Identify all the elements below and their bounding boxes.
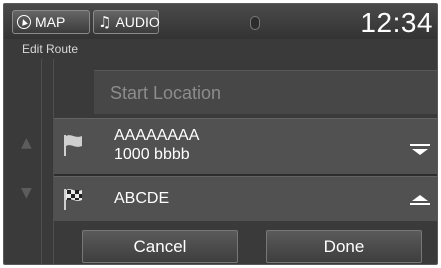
audio-button[interactable]: ♫ AUDIO <box>93 10 160 34</box>
waypoint-item[interactable]: AAAAAAAA 1000 bbbb <box>54 118 437 174</box>
scroll-down-icon[interactable]: ▼ <box>21 186 32 200</box>
destination-name: ABCDE <box>114 190 170 207</box>
audio-button-label: AUDIO <box>115 14 160 30</box>
scroll-up-icon[interactable]: ▲ <box>21 136 32 150</box>
map-button-label: MAP <box>35 14 66 30</box>
nav-screen: MAP ♫ AUDIO 12:34 Edit Route ▲ ▼ Start L… <box>3 3 438 265</box>
divider <box>41 59 42 264</box>
page-title: Edit Route <box>22 42 79 56</box>
start-location-item[interactable]: Start Location <box>94 70 437 114</box>
map-button[interactable]: MAP <box>12 10 90 34</box>
cancel-button[interactable]: Cancel <box>82 230 238 263</box>
compass-icon <box>17 15 31 29</box>
waypoint-address: 1000 bbbb <box>114 146 190 163</box>
destination-checkered-flag-icon <box>64 189 82 210</box>
clock: 12:34 <box>360 7 433 38</box>
waypoint-name: AAAAAAAA <box>114 127 200 144</box>
start-location-label: Start Location <box>110 83 222 103</box>
music-note-icon: ♫ <box>98 12 112 31</box>
destination-item[interactable]: ABCDE <box>54 176 437 221</box>
waypoint-text: AAAAAAAA 1000 bbbb <box>114 126 199 164</box>
waypoint-flag-icon <box>64 135 82 156</box>
signal-icon <box>250 16 260 30</box>
done-button[interactable]: Done <box>266 230 422 263</box>
move-up-icon[interactable] <box>409 192 431 208</box>
move-down-icon[interactable] <box>409 141 431 157</box>
status-bar: MAP ♫ AUDIO 12:34 <box>4 4 437 39</box>
